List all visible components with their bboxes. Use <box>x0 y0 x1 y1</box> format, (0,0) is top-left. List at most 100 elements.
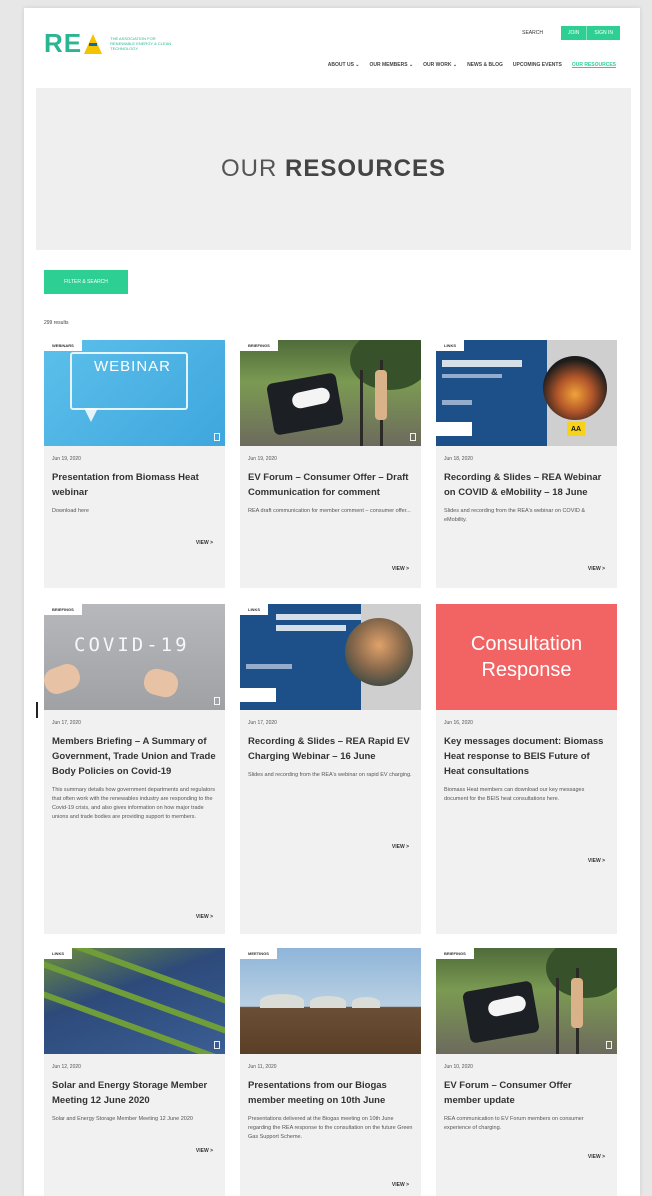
person-graphic <box>571 978 583 1028</box>
person-graphic <box>375 370 387 420</box>
rea-logo-strip <box>436 422 472 436</box>
hand-graphic <box>141 666 181 700</box>
card-title[interactable]: Solar and Energy Storage Member Meeting … <box>52 1078 217 1108</box>
view-link[interactable]: VIEW > <box>196 1148 213 1154</box>
card-thumbnail[interactable]: BRIEFINGS <box>436 948 617 1054</box>
card-date: Jun 18, 2020 <box>444 456 473 462</box>
card-excerpt: Download here <box>52 508 89 514</box>
document-icon <box>214 433 220 441</box>
document-icon <box>214 1041 220 1049</box>
view-link[interactable]: VIEW > <box>588 566 605 572</box>
results-count: 299 results <box>44 320 69 326</box>
tree-trunk-graphic <box>556 978 559 1054</box>
card-title[interactable]: EV Forum – Consumer Offer – Draft Commun… <box>248 470 413 500</box>
account-buttons: JOIN SIGN IN <box>560 26 620 40</box>
nav-our-work[interactable]: OUR WORK ⌄ <box>423 62 457 68</box>
card-thumbnail[interactable]: MEETINGS <box>240 948 421 1054</box>
speech-bubble-tail <box>84 408 98 422</box>
main-nav: ABOUT US ⌄ OUR MEMBERS ⌄ OUR WORK ⌄ NEWS… <box>328 62 616 68</box>
view-link[interactable]: VIEW > <box>196 914 213 920</box>
card-thumbnail[interactable]: BRIEFINGS <box>240 340 421 446</box>
logo-mark: RE <box>44 28 103 59</box>
card-tag: LINKS <box>436 340 464 351</box>
card-date: Jun 17, 2020 <box>248 720 277 726</box>
card-date: Jun 12, 2020 <box>52 1064 81 1070</box>
slide-text-graphic <box>276 614 368 620</box>
resource-card[interactable]: BRIEFINGS Jun 19, 2020 EV Forum – Consum… <box>240 340 421 588</box>
card-excerpt: Solar and Energy Storage Member Meeting … <box>52 1116 193 1122</box>
card-title[interactable]: Presentations from our Biogas member mee… <box>248 1078 413 1108</box>
digester-dome-graphic <box>310 996 346 1008</box>
card-meta: Jun 19, 2020 EV Forum – Consumer Offer –… <box>240 446 421 516</box>
search-link[interactable]: SEARCH <box>522 30 543 36</box>
card-thumbnail[interactable]: LINKS <box>240 604 421 710</box>
filter-search-button[interactable]: FILTER & SEARCH <box>44 270 128 294</box>
nav-our-members[interactable]: OUR MEMBERS ⌄ <box>370 62 414 68</box>
card-excerpt: Biomass Heat members can download our ke… <box>444 787 585 802</box>
card-meta: Jun 16, 2020 Key messages document: Biom… <box>436 710 617 804</box>
card-meta: Jun 19, 2020 Presentation from Biomass H… <box>44 446 225 516</box>
card-tag: BRIEFINGS <box>44 604 82 615</box>
card-title[interactable]: Key messages document: Biomass Heat resp… <box>444 734 609 779</box>
nav-upcoming-events[interactable]: UPCOMING EVENTS <box>513 62 562 68</box>
resource-card[interactable]: BRIEFINGS COVID-19 Jun 17, 2020 Members … <box>44 604 225 934</box>
card-title[interactable]: Recording & Slides – REA Webinar on COVI… <box>444 470 609 500</box>
resource-card[interactable]: BRIEFINGS Jun 10, 2020 EV Forum – Consum… <box>436 948 617 1196</box>
card-title[interactable]: EV Forum – Consumer Offer member update <box>444 1078 609 1108</box>
card-date: Jun 10, 2020 <box>444 1064 473 1070</box>
road-photo-circle <box>543 356 607 420</box>
tree-trunk-graphic <box>360 370 363 446</box>
nav-about-us[interactable]: ABOUT US ⌄ <box>328 62 360 68</box>
card-thumbnail[interactable]: LINKS <box>44 948 225 1054</box>
sign-in-button[interactable]: SIGN IN <box>586 26 620 40</box>
text-cursor <box>36 702 38 718</box>
resource-card[interactable]: LINKS AA Jun 18, 2020 Recording & Slides… <box>436 340 617 588</box>
view-link[interactable]: VIEW > <box>588 858 605 864</box>
card-excerpt: REA communication to EV Forum members on… <box>444 1116 584 1131</box>
card-date: Jun 17, 2020 <box>52 720 81 726</box>
view-link[interactable]: VIEW > <box>392 566 409 572</box>
card-thumbnail[interactable]: BRIEFINGS COVID-19 <box>44 604 225 710</box>
card-title[interactable]: Members Briefing – A Summary of Governme… <box>52 734 217 779</box>
card-thumbnail[interactable]: Consultation Response <box>436 604 617 710</box>
resource-card[interactable]: LINKS Jun 12, 2020 Solar and Energy Stor… <box>44 948 225 1196</box>
card-thumbnail[interactable]: LINKS AA <box>436 340 617 446</box>
logo-triangle-icon <box>84 33 103 54</box>
card-title[interactable]: Recording & Slides – REA Rapid EV Chargi… <box>248 734 413 764</box>
join-button[interactable]: JOIN <box>560 26 587 40</box>
card-excerpt: Slides and recording from the REA's webi… <box>248 772 412 778</box>
sky-photo-circle <box>345 618 413 686</box>
covid-thumb-text: COVID-19 <box>74 634 190 656</box>
page-title: OUR RESOURCES <box>221 155 446 183</box>
card-date: Jun 19, 2020 <box>52 456 81 462</box>
card-meta: Jun 10, 2020 EV Forum – Consumer Offer m… <box>436 1054 617 1133</box>
page: RE THE ASSOCIATION FOR RENEWABLE ENERGY … <box>24 8 640 1196</box>
slide-text-graphic <box>442 360 522 367</box>
resource-card[interactable]: Consultation Response Jun 16, 2020 Key m… <box>436 604 617 934</box>
aa-logo: AA <box>567 422 585 436</box>
view-link[interactable]: VIEW > <box>392 1182 409 1188</box>
card-tag: LINKS <box>240 604 268 615</box>
slide-text-graphic <box>276 625 346 631</box>
document-icon <box>214 697 220 705</box>
resource-card[interactable]: WEBINARS WEBINAR Jun 19, 2020 Presentati… <box>44 340 225 588</box>
nav-news-blog[interactable]: NEWS & BLOG <box>467 62 503 68</box>
slide-text-graphic <box>442 400 472 405</box>
page-title-light: OUR <box>220 155 285 182</box>
response-thumb-text: Response <box>481 659 572 681</box>
card-tag: BRIEFINGS <box>240 340 278 351</box>
document-icon <box>606 1041 612 1049</box>
digester-dome-graphic <box>260 994 304 1008</box>
view-link[interactable]: VIEW > <box>392 844 409 850</box>
resource-card[interactable]: MEETINGS Jun 11, 2020 Presentations from… <box>240 948 421 1196</box>
view-link[interactable]: VIEW > <box>588 1154 605 1160</box>
resource-card[interactable]: LINKS Jun 17, 2020 Recording & Slides – … <box>240 604 421 934</box>
card-title[interactable]: Presentation from Biomass Heat webinar <box>52 470 217 500</box>
view-link[interactable]: VIEW > <box>196 540 213 546</box>
logo-text: RE <box>44 28 83 58</box>
card-excerpt: Slides and recording from the REA's webi… <box>444 508 586 523</box>
nav-our-resources[interactable]: OUR RESOURCES <box>572 62 616 68</box>
card-tag: WEBINARS <box>44 340 82 351</box>
rea-logo[interactable]: RE THE ASSOCIATION FOR RENEWABLE ENERGY … <box>44 28 180 59</box>
card-thumbnail[interactable]: WEBINARS WEBINAR <box>44 340 225 446</box>
